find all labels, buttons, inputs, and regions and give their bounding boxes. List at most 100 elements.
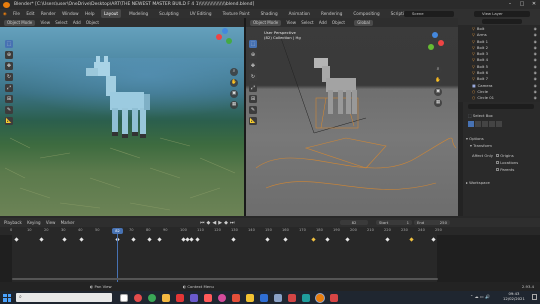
- menu-playback[interactable]: Playback: [4, 220, 22, 225]
- y-axis-icon[interactable]: [226, 38, 232, 44]
- y-axis-icon[interactable]: [428, 44, 434, 50]
- keyframe[interactable]: [345, 237, 350, 242]
- scale-tool-icon[interactable]: ⤢: [5, 84, 13, 92]
- locations-checkbox[interactable]: Locations: [496, 160, 518, 166]
- app-yellow-icon[interactable]: [246, 293, 254, 302]
- opera-icon[interactable]: [134, 293, 142, 302]
- perspective-grid-icon[interactable]: ▦: [434, 99, 442, 107]
- outliner-search-input[interactable]: [482, 19, 522, 24]
- options-section[interactable]: ▾ Options: [466, 136, 484, 142]
- rotate-tool-icon[interactable]: ↻: [5, 73, 13, 81]
- properties-tab-strip[interactable]: [458, 102, 463, 216]
- camera-view-icon[interactable]: ▣: [434, 88, 442, 96]
- menu-view[interactable]: View: [46, 220, 56, 225]
- keyframe[interactable]: [265, 237, 270, 242]
- menu-keying[interactable]: Keying: [27, 220, 40, 225]
- keyframe[interactable]: [147, 237, 152, 242]
- timeline-scrollbar[interactable]: [12, 278, 438, 280]
- move-tool-icon[interactable]: ✥: [5, 62, 13, 70]
- tab-shading[interactable]: Shading: [258, 9, 281, 18]
- app-blue-icon[interactable]: [260, 293, 268, 302]
- tray-icons[interactable]: ⌃ ☁ ▭ 🔊: [470, 294, 490, 299]
- tray-clock[interactable]: 09:43 12/02/2021: [503, 291, 525, 301]
- notifications-icon[interactable]: [532, 294, 537, 300]
- right-nav-gizmo[interactable]: [424, 32, 446, 54]
- measure-tool-icon[interactable]: 📐: [5, 117, 13, 125]
- menu-window[interactable]: Window: [62, 11, 79, 16]
- app-magenta-icon[interactable]: [218, 293, 226, 302]
- left-menu-select[interactable]: Select: [55, 20, 67, 25]
- keyframe[interactable]: [325, 237, 330, 242]
- x-axis-icon[interactable]: [438, 40, 444, 46]
- menu-help[interactable]: Help: [85, 11, 95, 16]
- end-frame-field[interactable]: End 250: [414, 220, 450, 225]
- tab-rendering[interactable]: Rendering: [318, 9, 345, 18]
- playhead-label[interactable]: 82: [112, 228, 123, 234]
- tab-texture-paint[interactable]: Texture Paint: [220, 9, 253, 18]
- blender-menu-icon[interactable]: ◉: [3, 11, 7, 16]
- app-orange-icon[interactable]: [232, 293, 240, 302]
- solid-viewport[interactable]: Object Mode View Select Add Object Globa…: [246, 18, 458, 216]
- keyframe[interactable]: [283, 237, 288, 242]
- tab-compositing[interactable]: Compositing: [350, 9, 382, 18]
- app-red3-icon[interactable]: [330, 293, 338, 302]
- minimize-button[interactable]: –: [504, 0, 516, 9]
- view-layer-selector[interactable]: View Layer: [474, 10, 530, 17]
- app-red-icon[interactable]: [176, 293, 184, 302]
- menu-marker[interactable]: Marker: [61, 220, 75, 225]
- keyframe[interactable]: [131, 237, 136, 242]
- app-grey-icon[interactable]: [274, 293, 282, 302]
- right-menu-view[interactable]: View: [286, 20, 296, 25]
- zoom-icon[interactable]: ⌕: [434, 66, 442, 74]
- tab-uv-editing[interactable]: UV Editing: [187, 9, 215, 18]
- tab-sculpting[interactable]: Sculpting: [156, 9, 182, 18]
- keyframe[interactable]: [79, 237, 84, 242]
- keyframe[interactable]: [62, 237, 67, 242]
- file-explorer-icon[interactable]: [162, 293, 170, 302]
- workspace-section[interactable]: ▸ Workspace: [466, 180, 490, 186]
- properties-search-input[interactable]: [468, 104, 534, 109]
- keyframe[interactable]: [311, 237, 316, 242]
- cursor-tool-icon[interactable]: ⊕: [249, 51, 257, 59]
- measure-tool-icon[interactable]: 📐: [249, 117, 257, 125]
- left-menu-object[interactable]: Object: [86, 20, 99, 25]
- select-new-icon[interactable]: [468, 121, 474, 127]
- select-invert-icon[interactable]: [489, 121, 495, 127]
- tab-modeling[interactable]: Modeling: [126, 9, 151, 18]
- perspective-grid-icon[interactable]: ▦: [230, 101, 238, 109]
- blender-taskbar-icon[interactable]: [316, 293, 324, 302]
- parents-checkbox[interactable]: Parents: [496, 167, 514, 173]
- zoom-icon[interactable]: ⌕: [230, 68, 238, 76]
- menu-edit[interactable]: Edit: [26, 11, 34, 16]
- task-view-icon[interactable]: [120, 293, 128, 302]
- tab-animation[interactable]: Animation: [286, 9, 313, 18]
- left-mode-dropdown[interactable]: Object Mode: [4, 20, 36, 26]
- windows-start-icon[interactable]: [3, 293, 11, 302]
- select-subtract-icon[interactable]: [482, 121, 488, 127]
- scale-tool-icon[interactable]: ⤢: [249, 84, 257, 92]
- jump-end-icon[interactable]: ⏭: [230, 220, 237, 226]
- right-menu-select[interactable]: Select: [301, 20, 313, 25]
- maximize-button[interactable]: □: [516, 0, 528, 9]
- tab-layout[interactable]: Layout: [100, 9, 122, 18]
- right-menu-object[interactable]: Object: [332, 20, 345, 25]
- start-frame-field[interactable]: Start 1: [376, 220, 412, 225]
- transform-section[interactable]: ▾ Transform: [470, 143, 492, 149]
- select-box-tool-icon[interactable]: ⬚: [5, 40, 13, 48]
- z-axis-icon[interactable]: [432, 32, 438, 38]
- app-pink-icon[interactable]: [204, 293, 212, 302]
- keyframe[interactable]: [189, 237, 194, 242]
- cursor-tool-icon[interactable]: ⊕: [5, 51, 13, 59]
- visibility-eye-icon[interactable]: ◉: [534, 95, 537, 101]
- left-menu-view[interactable]: View: [40, 20, 50, 25]
- keyframe[interactable]: [385, 237, 390, 242]
- annotate-tool-icon[interactable]: ✎: [5, 106, 13, 114]
- app-red2-icon[interactable]: [288, 293, 296, 302]
- keyframe[interactable]: [431, 237, 436, 242]
- annotate-tool-icon[interactable]: ✎: [249, 106, 257, 114]
- keyframe[interactable]: [409, 237, 414, 242]
- outliner-row[interactable]: ○ Circle 01 ◉: [458, 95, 540, 101]
- transform-tool-icon[interactable]: ⊞: [249, 95, 257, 103]
- pan-hand-icon[interactable]: ✋: [230, 79, 238, 87]
- taskbar-search-input[interactable]: ⌕: [16, 293, 112, 302]
